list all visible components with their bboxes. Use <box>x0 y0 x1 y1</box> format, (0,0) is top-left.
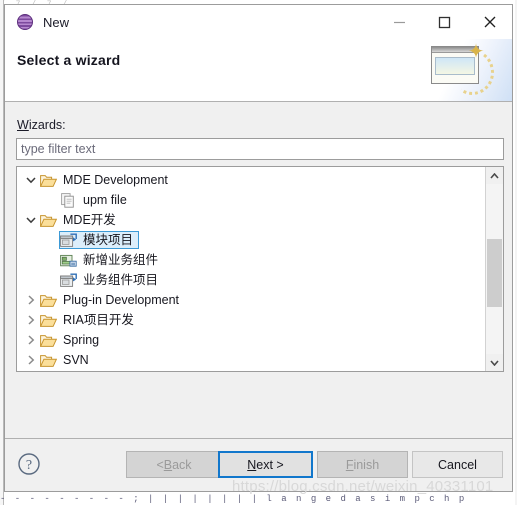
module-project-icon <box>60 232 78 248</box>
wizards-label-mnemonic: W <box>17 118 29 132</box>
chevron-right-icon[interactable] <box>23 350 39 370</box>
scrollbar-track-upper[interactable] <box>486 184 503 239</box>
tree-item-content[interactable]: SVN <box>39 351 95 369</box>
tree-item-2[interactable]: upm file <box>17 190 485 210</box>
tree-item-9[interactable]: Spring <box>17 330 485 350</box>
module-project-icon <box>60 272 78 288</box>
back-button[interactable]: < Back <box>126 451 222 478</box>
tree-item-content[interactable]: 新增业务组件 <box>59 251 164 269</box>
chevron-up-icon[interactable] <box>486 167 503 184</box>
tree-item-label: 模块项目 <box>83 233 134 247</box>
folder-open-icon <box>40 292 58 308</box>
tree-item-label: MDE开发 <box>63 213 116 227</box>
chevron-down-icon[interactable] <box>23 210 39 230</box>
tree-item-8[interactable]: RIA项目开发 <box>17 310 485 330</box>
dialog-footer: ? < Back Next > Finish Cancel <box>5 438 512 491</box>
tree-item-content[interactable]: 模块项目 <box>59 231 140 249</box>
chevron-right-icon[interactable] <box>23 310 39 330</box>
tree-item-content[interactable]: upm file <box>59 191 133 209</box>
tree-item-3[interactable]: MDE开发 <box>17 210 485 230</box>
tree-item-1[interactable]: MDE Development <box>17 170 485 190</box>
tree-item-label: MDE Development <box>63 173 168 187</box>
background-bottom-strip: - - - - - - - - - ; | | | | | | | | l a … <box>0 494 467 503</box>
tree-item-label: 新增业务组件 <box>83 253 159 267</box>
tree-item-label: RIA项目开发 <box>63 313 134 327</box>
tree-item-10[interactable]: SVN <box>17 350 485 370</box>
banner-star-icon: ✦ <box>467 41 485 63</box>
folder-open-icon <box>40 172 58 188</box>
dialog-header: Select a wizard ✦ <box>5 39 512 102</box>
folder-open-icon <box>40 212 58 228</box>
tree-item-label: Plug-in Development <box>63 293 180 307</box>
eclipse-sphere-icon <box>17 14 33 30</box>
tree-item-label: upm file <box>83 193 127 207</box>
tree-item-content[interactable]: MDE Development <box>39 171 174 189</box>
wizards-label: Wizards: <box>17 118 66 132</box>
chevron-down-icon[interactable] <box>23 170 39 190</box>
folder-open-icon <box>40 332 58 348</box>
filter-text-input[interactable] <box>16 138 504 160</box>
chevron-right-icon[interactable] <box>23 330 39 350</box>
tree-item-content[interactable]: RIA项目开发 <box>39 311 140 329</box>
help-question-icon[interactable]: ? <box>17 452 41 476</box>
new-wizard-sparkle-icon: ✦ <box>420 39 512 101</box>
wizards-label-rest: izards: <box>28 118 66 132</box>
close-icon[interactable] <box>467 5 512 39</box>
tree-item-content[interactable]: 业务组件项目 <box>59 271 164 289</box>
wizard-tree-list: MDE Development upm file MDE开发模块项目新增业务组件 业务… <box>17 167 485 371</box>
scrollbar-thumb[interactable] <box>487 239 502 307</box>
cancel-button[interactable]: Cancel <box>412 451 503 478</box>
tree-item-content[interactable]: Spring <box>39 331 105 349</box>
next-button[interactable]: Next > <box>218 451 313 478</box>
tree-item-label: 业务组件项目 <box>83 273 159 287</box>
tree-item-6[interactable]: 业务组件项目 <box>17 270 485 290</box>
folder-open-icon <box>40 312 58 328</box>
maximize-icon[interactable] <box>422 5 467 39</box>
finish-button[interactable]: Finish <box>317 451 408 478</box>
chevron-down-icon[interactable] <box>486 354 503 371</box>
tree-item-label: SVN <box>63 353 89 367</box>
tree-item-7[interactable]: Plug-in Development <box>17 290 485 310</box>
tree-item-content[interactable]: MDE开发 <box>39 211 122 229</box>
tree-item-label: Spring <box>63 333 100 347</box>
tree-item-content[interactable]: Plug-in Development <box>39 291 185 309</box>
folder-open-icon <box>40 352 58 368</box>
new-wizard-dialog: New Select a wizard ✦ Wizards: type filt… <box>4 4 513 492</box>
business-component-icon <box>60 252 78 268</box>
tree-item-5[interactable]: 新增业务组件 <box>17 250 485 270</box>
window-controls <box>377 5 512 39</box>
chevron-right-icon[interactable] <box>23 290 39 310</box>
tree-item-4[interactable]: 模块项目 <box>17 230 485 250</box>
wizard-tree[interactable]: MDE Development upm file MDE开发模块项目新增业务组件 业务… <box>16 166 504 372</box>
page-title: Select a wizard <box>17 52 121 68</box>
svg-text:?: ? <box>26 458 32 473</box>
document-copy-icon <box>60 192 78 208</box>
dialog-titlebar[interactable]: New <box>5 5 512 39</box>
minimize-icon[interactable] <box>377 5 422 39</box>
tree-vertical-scrollbar[interactable] <box>485 167 503 371</box>
dialog-body: Wizards: MDE Development upm file MDE开发模块项… <box>5 102 512 438</box>
window-title: New <box>43 14 70 30</box>
